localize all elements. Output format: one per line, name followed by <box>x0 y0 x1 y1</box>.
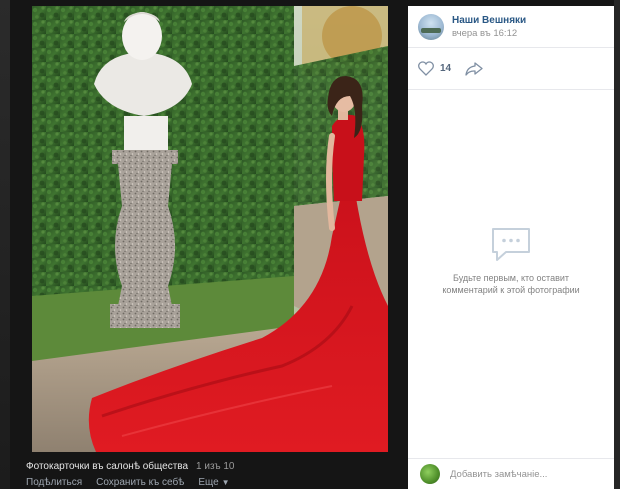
photo-side-panel: Наши Вешняки вчера въ 16:12 14 Будьте пе… <box>408 6 614 489</box>
album-line: Фотокарточки въ салонѣ общества 1 изъ 10 <box>26 461 406 474</box>
like-count: 14 <box>440 63 452 74</box>
user-avatar[interactable] <box>420 464 440 484</box>
comment-box: Добавить замѣчаніе... <box>408 458 614 489</box>
post-header-text: Наши Вешняки вчера въ 16:12 <box>452 14 526 40</box>
photo-actions: Подѣлиться Сохранить къ себѣ Еще ▼ <box>26 477 406 488</box>
more-button[interactable]: Еще ▼ <box>198 477 229 488</box>
page-backdrop-left <box>0 0 10 489</box>
post-header: Наши Вешняки вчера въ 16:12 <box>408 6 614 48</box>
empty-comments: Будьте первым, кто оставит комментарий к… <box>408 226 614 296</box>
comment-bubble-icon <box>492 228 530 261</box>
chevron-down-icon: ▼ <box>221 478 230 487</box>
share-button[interactable] <box>465 61 483 76</box>
photo-scene <box>32 6 388 452</box>
save-link[interactable]: Сохранить къ себѣ <box>96 477 184 488</box>
share-link[interactable]: Подѣлиться <box>26 477 82 488</box>
group-name-link[interactable]: Наши Вешняки <box>452 14 526 27</box>
page-backdrop-right <box>614 0 620 489</box>
post-stats: 14 <box>408 48 614 90</box>
empty-comments-line-1: Будьте первым, кто оставит <box>452 273 570 283</box>
more-label: Еще <box>198 477 219 488</box>
photo-image[interactable] <box>32 6 388 452</box>
share-arrow-icon <box>465 61 483 76</box>
post-time[interactable]: вчера въ 16:12 <box>452 27 526 40</box>
empty-comments-line-2: комментарий к этой фотографии <box>442 285 580 295</box>
group-avatar[interactable] <box>418 13 444 40</box>
like-button[interactable]: 14 <box>418 61 451 76</box>
album-title[interactable]: Фотокарточки въ салонѣ общества <box>26 461 188 472</box>
heart-icon <box>418 61 434 76</box>
comment-input[interactable]: Добавить замѣчаніе... <box>450 469 547 480</box>
photo-counter: 1 изъ 10 <box>196 461 235 472</box>
empty-comments-text: Будьте первым, кто оставит комментарий к… <box>408 272 614 296</box>
photo-footer: Фотокарточки въ салонѣ общества 1 изъ 10… <box>26 461 406 489</box>
